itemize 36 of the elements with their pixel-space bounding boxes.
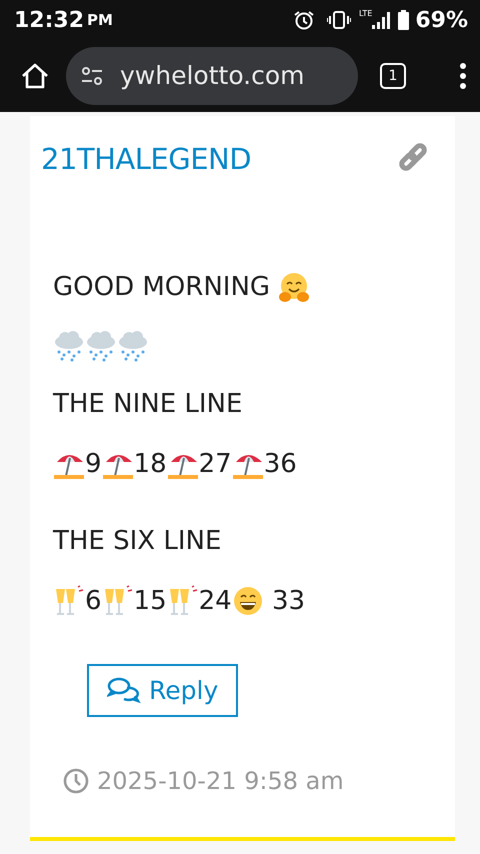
- chat-bubbles-icon: [107, 676, 141, 704]
- rain-cloud-icon: [53, 330, 85, 362]
- line-text: 24: [198, 584, 232, 618]
- address-bar[interactable]: ywhelotto.com: [66, 47, 358, 105]
- line-text: 9: [85, 448, 102, 480]
- line-text: 6: [85, 584, 102, 618]
- home-icon[interactable]: [20, 61, 50, 91]
- alarm-icon: [293, 9, 316, 31]
- hugging-face-icon: [278, 271, 310, 303]
- vibrate-icon: [327, 10, 352, 30]
- menu-icon[interactable]: [460, 63, 466, 89]
- clock-period: PM: [87, 10, 113, 31]
- signal-icon: [372, 11, 390, 29]
- site-settings-icon: [80, 66, 104, 86]
- reply-button[interactable]: Reply: [87, 664, 238, 717]
- comment-date: 2025-10-21 9:58 am: [97, 766, 344, 797]
- clinking-glasses-icon: [53, 585, 85, 617]
- line-text: 15: [134, 584, 167, 618]
- rain-cloud-icon: [85, 330, 117, 362]
- line-text: 36: [264, 448, 297, 480]
- author-name: 21THALEGEND: [41, 141, 252, 178]
- tab-count-button[interactable]: 1: [380, 63, 406, 89]
- line-text: 33: [270, 584, 306, 618]
- rain-cloud-icon: [117, 330, 149, 362]
- line-text: GOOD MORNING: [53, 270, 272, 304]
- clock-time: 12:32: [14, 6, 84, 34]
- url-text: ywhelotto.com: [120, 60, 305, 92]
- grinning-face-icon: [232, 585, 264, 617]
- line-text: THE NINE LINE: [53, 388, 242, 420]
- battery-icon: [398, 10, 410, 30]
- line-text: THE SIX LINE: [53, 524, 222, 558]
- line-text: 27: [198, 448, 232, 480]
- battery-level: 69%: [415, 6, 468, 34]
- network-type: LTE: [359, 8, 372, 20]
- line-text: 18: [134, 448, 167, 480]
- clock-icon: [63, 768, 89, 794]
